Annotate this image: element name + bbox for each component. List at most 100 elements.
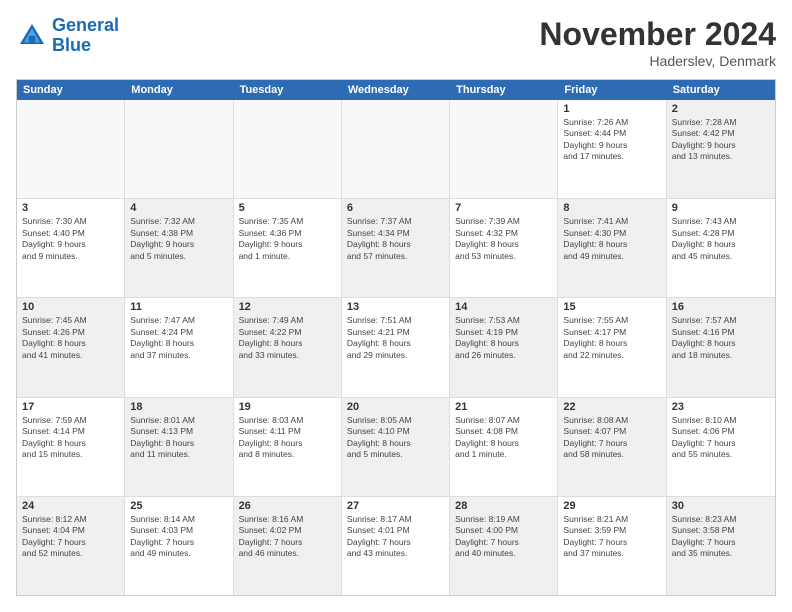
day-info: Sunrise: 7:55 AM Sunset: 4:17 PM Dayligh… <box>563 315 660 361</box>
header: General Blue November 2024 Haderslev, De… <box>16 16 776 69</box>
calendar-cell: 6Sunrise: 7:37 AM Sunset: 4:34 PM Daylig… <box>342 199 450 297</box>
day-number: 16 <box>672 301 770 313</box>
title-block: November 2024 Haderslev, Denmark <box>539 16 776 69</box>
day-info: Sunrise: 7:49 AM Sunset: 4:22 PM Dayligh… <box>239 315 336 361</box>
calendar-cell: 11Sunrise: 7:47 AM Sunset: 4:24 PM Dayli… <box>125 298 233 396</box>
calendar-cell: 15 Sunrise: 7:55 AM Sunset: 4:17 PM Dayli… <box>558 298 666 396</box>
calendar-cell: 13Sunrise: 7:51 AM Sunset: 4:21 PM Dayli… <box>342 298 450 396</box>
day-info: Sunrise: 8:16 AM Sunset: 4:02 PM Dayligh… <box>239 514 336 560</box>
calendar-cell: 30 Sunrise: 8:23 AM Sunset: 3:58 PM Dayli… <box>667 497 775 595</box>
calendar-cell: 27 Sunrise: 8:17 AM Sunset: 4:01 PM Dayli… <box>342 497 450 595</box>
day-number: 25 <box>130 500 227 512</box>
day-info: Sunrise: 7:45 AM Sunset: 4:26 PM Dayligh… <box>22 315 119 361</box>
calendar-cell: 1 Sunrise: 7:26 AM Sunset: 4:44 PM Daylig… <box>558 100 666 198</box>
day-info: Sunrise: 8:12 AM Sunset: 4:04 PM Dayligh… <box>22 514 119 560</box>
day-info: Sunrise: 7:41 AM Sunset: 4:30 PM Dayligh… <box>563 216 660 262</box>
day-info: Sunrise: 8:08 AM Sunset: 4:07 PM Dayligh… <box>563 415 660 461</box>
calendar-cell: 25 Sunrise: 8:14 AM Sunset: 4:03 PM Dayli… <box>125 497 233 595</box>
day-number: 12 <box>239 301 336 313</box>
day-number: 5 <box>239 202 336 214</box>
calendar-header: SundayMondayTuesdayWednesdayThursdayFrid… <box>17 80 775 100</box>
calendar-row: 24 Sunrise: 8:12 AM Sunset: 4:04 PM Dayli… <box>17 497 775 595</box>
calendar-row: 10 Sunrise: 7:45 AM Sunset: 4:26 PM Dayli… <box>17 298 775 397</box>
weekday-header: Wednesday <box>342 80 450 100</box>
day-info: Sunrise: 8:01 AM Sunset: 4:13 PM Dayligh… <box>130 415 227 461</box>
day-number: 4 <box>130 202 227 214</box>
calendar-cell: 5 Sunrise: 7:35 AM Sunset: 4:36 PM Daylig… <box>234 199 342 297</box>
day-info: Sunrise: 7:43 AM Sunset: 4:28 PM Dayligh… <box>672 216 770 262</box>
calendar-cell: 16 Sunrise: 7:57 AM Sunset: 4:16 PM Dayli… <box>667 298 775 396</box>
calendar-cell: 28 Sunrise: 8:19 AM Sunset: 4:00 PM Dayli… <box>450 497 558 595</box>
day-number: 14 <box>455 301 552 313</box>
day-number: 21 <box>455 401 552 413</box>
calendar-cell: 4 Sunrise: 7:32 AM Sunset: 4:38 PM Daylig… <box>125 199 233 297</box>
day-info: Sunrise: 8:14 AM Sunset: 4:03 PM Dayligh… <box>130 514 227 560</box>
day-number: 26 <box>239 500 336 512</box>
calendar-cell <box>450 100 558 198</box>
day-number: 30 <box>672 500 770 512</box>
calendar-cell: 3Sunrise: 7:30 AM Sunset: 4:40 PM Daylig… <box>17 199 125 297</box>
day-number: 1 <box>563 103 660 115</box>
calendar-cell <box>342 100 450 198</box>
calendar-cell: 29Sunrise: 8:21 AM Sunset: 3:59 PM Dayli… <box>558 497 666 595</box>
calendar-cell: 26 Sunrise: 8:16 AM Sunset: 4:02 PM Dayli… <box>234 497 342 595</box>
day-info: Sunrise: 8:05 AM Sunset: 4:10 PM Dayligh… <box>347 415 444 461</box>
calendar-cell: 14Sunrise: 7:53 AM Sunset: 4:19 PM Dayli… <box>450 298 558 396</box>
weekday-header: Tuesday <box>234 80 342 100</box>
day-info: Sunrise: 8:17 AM Sunset: 4:01 PM Dayligh… <box>347 514 444 560</box>
weekday-header: Sunday <box>17 80 125 100</box>
weekday-header: Friday <box>558 80 666 100</box>
day-number: 20 <box>347 401 444 413</box>
day-info: Sunrise: 8:03 AM Sunset: 4:11 PM Dayligh… <box>239 415 336 461</box>
main-title: November 2024 <box>539 16 776 53</box>
day-number: 9 <box>672 202 770 214</box>
day-info: Sunrise: 7:30 AM Sunset: 4:40 PM Dayligh… <box>22 216 119 262</box>
logo: General Blue <box>16 16 119 56</box>
day-info: Sunrise: 8:23 AM Sunset: 3:58 PM Dayligh… <box>672 514 770 560</box>
calendar-cell <box>234 100 342 198</box>
calendar-cell: 23 Sunrise: 8:10 AM Sunset: 4:06 PM Dayli… <box>667 398 775 496</box>
day-number: 18 <box>130 401 227 413</box>
day-number: 28 <box>455 500 552 512</box>
day-info: Sunrise: 7:39 AM Sunset: 4:32 PM Dayligh… <box>455 216 552 262</box>
day-info: Sunrise: 8:21 AM Sunset: 3:59 PM Dayligh… <box>563 514 660 560</box>
day-info: Sunrise: 8:07 AM Sunset: 4:08 PM Dayligh… <box>455 415 552 461</box>
logo-icon <box>16 20 48 52</box>
day-number: 17 <box>22 401 119 413</box>
calendar-row: 3Sunrise: 7:30 AM Sunset: 4:40 PM Daylig… <box>17 199 775 298</box>
day-info: Sunrise: 7:32 AM Sunset: 4:38 PM Dayligh… <box>130 216 227 262</box>
day-info: Sunrise: 8:10 AM Sunset: 4:06 PM Dayligh… <box>672 415 770 461</box>
day-info: Sunrise: 7:28 AM Sunset: 4:42 PM Dayligh… <box>672 117 770 163</box>
calendar-row: 1 Sunrise: 7:26 AM Sunset: 4:44 PM Daylig… <box>17 100 775 199</box>
logo-text: General Blue <box>52 16 119 56</box>
calendar-cell: 21 Sunrise: 8:07 AM Sunset: 4:08 PM Dayli… <box>450 398 558 496</box>
weekday-header: Thursday <box>450 80 558 100</box>
day-number: 2 <box>672 103 770 115</box>
day-number: 10 <box>22 301 119 313</box>
day-number: 23 <box>672 401 770 413</box>
day-number: 24 <box>22 500 119 512</box>
weekday-header: Saturday <box>667 80 775 100</box>
calendar-cell: 22 Sunrise: 8:08 AM Sunset: 4:07 PM Dayli… <box>558 398 666 496</box>
day-info: Sunrise: 7:35 AM Sunset: 4:36 PM Dayligh… <box>239 216 336 262</box>
day-info: Sunrise: 7:59 AM Sunset: 4:14 PM Dayligh… <box>22 415 119 461</box>
day-number: 11 <box>130 301 227 313</box>
calendar-cell: 20 Sunrise: 8:05 AM Sunset: 4:10 PM Dayli… <box>342 398 450 496</box>
calendar-cell <box>125 100 233 198</box>
calendar-cell: 17 Sunrise: 7:59 AM Sunset: 4:14 PM Dayli… <box>17 398 125 496</box>
calendar-cell: 19Sunrise: 8:03 AM Sunset: 4:11 PM Dayli… <box>234 398 342 496</box>
calendar-cell: 24 Sunrise: 8:12 AM Sunset: 4:04 PM Dayli… <box>17 497 125 595</box>
day-number: 15 <box>563 301 660 313</box>
calendar-body: 1 Sunrise: 7:26 AM Sunset: 4:44 PM Daylig… <box>17 100 775 595</box>
day-number: 22 <box>563 401 660 413</box>
calendar-cell <box>17 100 125 198</box>
calendar-cell: 9 Sunrise: 7:43 AM Sunset: 4:28 PM Daylig… <box>667 199 775 297</box>
day-info: Sunrise: 7:51 AM Sunset: 4:21 PM Dayligh… <box>347 315 444 361</box>
day-info: Sunrise: 8:19 AM Sunset: 4:00 PM Dayligh… <box>455 514 552 560</box>
day-info: Sunrise: 7:57 AM Sunset: 4:16 PM Dayligh… <box>672 315 770 361</box>
calendar: SundayMondayTuesdayWednesdayThursdayFrid… <box>16 79 776 596</box>
logo-line2: Blue <box>52 35 91 55</box>
day-number: 27 <box>347 500 444 512</box>
day-info: Sunrise: 7:26 AM Sunset: 4:44 PM Dayligh… <box>563 117 660 163</box>
day-number: 7 <box>455 202 552 214</box>
